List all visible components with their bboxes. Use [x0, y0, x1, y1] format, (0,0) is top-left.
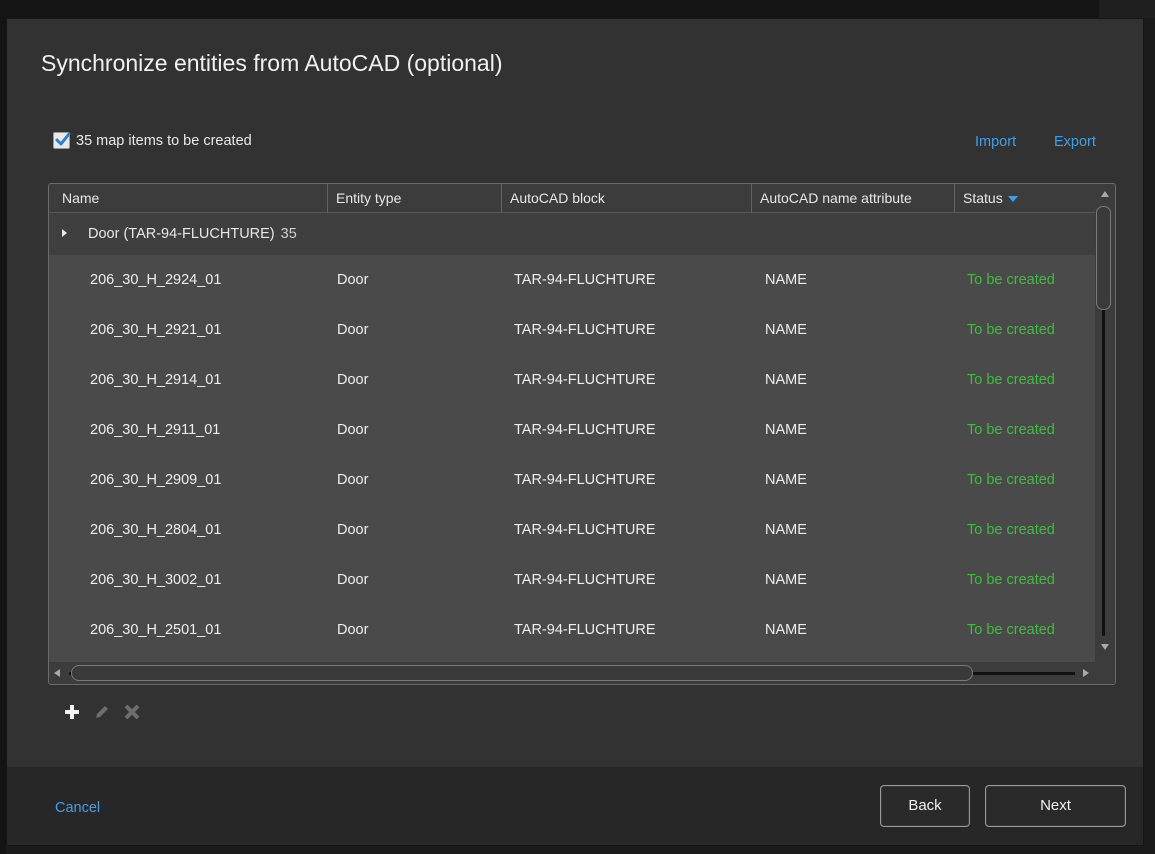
cancel-link[interactable]: Cancel: [55, 800, 100, 816]
table-row[interactable]: 206_30_H_2501_01 Door TAR-94-FLUCHTURE NAME…: [49, 605, 1095, 655]
column-header-entity-type-label: Entity type: [336, 190, 402, 206]
cell-attr: NAME: [765, 572, 807, 588]
group-row-door[interactable]: Door (TAR-94-FLUCHTURE) 35: [49, 213, 1095, 255]
cell-status: To be created: [967, 272, 1055, 288]
window-top-strip-right: [1099, 0, 1155, 18]
cell-block: TAR-94-FLUCHTURE: [514, 522, 656, 538]
export-link[interactable]: Export: [1054, 134, 1096, 150]
cell-block: TAR-94-FLUCHTURE: [514, 622, 656, 638]
expand-triangle-icon[interactable]: [62, 229, 67, 237]
table-row[interactable]: 206_30_H_2914_01 Door TAR-94-FLUCHTURE NAME…: [49, 355, 1095, 405]
cell-status: To be created: [967, 422, 1055, 438]
column-header-autocad-block-label: AutoCAD block: [510, 190, 605, 206]
cell-type: Door: [337, 372, 369, 388]
column-header-entity-type[interactable]: Entity type: [328, 184, 502, 213]
dialog-footer: Cancel Back Next: [7, 767, 1143, 845]
group-label: Door (TAR-94-FLUCHTURE) 35: [88, 213, 297, 255]
column-header-status[interactable]: Status: [955, 184, 1095, 213]
dialog-title: Synchronize entities from AutoCAD (optio…: [41, 50, 503, 76]
scroll-right-icon[interactable]: [1083, 669, 1089, 677]
cell-type: Door: [337, 572, 369, 588]
create-items-checkbox-row[interactable]: 35 map items to be created: [53, 132, 252, 149]
plus-icon[interactable]: [62, 702, 82, 722]
entities-grid: Name Entity type AutoCAD block AutoCAD n…: [48, 183, 1116, 685]
cell-block: TAR-94-FLUCHTURE: [514, 422, 656, 438]
cell-attr: NAME: [765, 372, 807, 388]
table-row[interactable]: 206_30_H_2911_01 Door TAR-94-FLUCHTURE NAME…: [49, 405, 1095, 455]
cell-name: 206_30_H_2921_01: [90, 322, 222, 338]
column-header-status-label: Status: [963, 190, 1003, 206]
vertical-scroll-thumb[interactable]: [1096, 206, 1111, 310]
cell-status: To be created: [967, 572, 1055, 588]
cell-status: To be created: [967, 322, 1055, 338]
group-count: 35: [280, 226, 297, 242]
table-row[interactable]: 206_30_H_2924_01 Door TAR-94-FLUCHTURE NAME…: [49, 255, 1095, 305]
cell-status: To be created: [967, 522, 1055, 538]
column-header-name[interactable]: Name: [49, 184, 328, 213]
cell-block: TAR-94-FLUCHTURE: [514, 272, 656, 288]
column-header-name-label: Name: [62, 190, 100, 206]
cell-attr: NAME: [765, 322, 807, 338]
cell-block: TAR-94-FLUCHTURE: [514, 372, 656, 388]
checkmark-icon: [55, 132, 71, 146]
cell-attr: NAME: [765, 272, 807, 288]
scroll-up-icon[interactable]: [1101, 191, 1109, 197]
scroll-down-icon[interactable]: [1101, 644, 1109, 650]
scroll-left-icon[interactable]: [54, 669, 60, 677]
cell-attr: NAME: [765, 422, 807, 438]
pencil-icon[interactable]: [92, 702, 112, 722]
create-items-checkbox[interactable]: [53, 132, 71, 149]
group-name: Door (TAR-94-FLUCHTURE): [88, 226, 275, 242]
create-items-label: 35 map items to be created: [76, 132, 252, 149]
table-row[interactable]: 206_30_H_2921_01 Door TAR-94-FLUCHTURE NAME…: [49, 305, 1095, 355]
cell-status: To be created: [967, 472, 1055, 488]
table-row[interactable]: 206_30_H_3002_01 Door TAR-94-FLUCHTURE NAME…: [49, 555, 1095, 605]
cell-type: Door: [337, 622, 369, 638]
grid-header: Name Entity type AutoCAD block AutoCAD n…: [49, 184, 1095, 213]
column-header-autocad-name-attribute[interactable]: AutoCAD name attribute: [752, 184, 955, 213]
cell-type: Door: [337, 272, 369, 288]
horizontal-scroll-thumb[interactable]: [71, 665, 973, 681]
row-action-toolbar: [62, 702, 142, 722]
cell-name: 206_30_H_2914_01: [90, 372, 222, 388]
cell-status: To be created: [967, 372, 1055, 388]
cell-name: 206_30_H_2501_01: [90, 622, 222, 638]
cell-block: TAR-94-FLUCHTURE: [514, 472, 656, 488]
next-button[interactable]: Next: [985, 785, 1126, 827]
cell-name: 206_30_H_2804_01: [90, 522, 222, 538]
cell-attr: NAME: [765, 622, 807, 638]
cell-attr: NAME: [765, 472, 807, 488]
table-row[interactable]: 206_30_H_2909_01 Door TAR-94-FLUCHTURE NAME…: [49, 455, 1095, 505]
horizontal-scrollbar[interactable]: [49, 662, 1115, 684]
cell-type: Door: [337, 422, 369, 438]
column-header-autocad-block[interactable]: AutoCAD block: [502, 184, 752, 213]
sort-descending-icon: [1007, 196, 1018, 203]
cell-block: TAR-94-FLUCHTURE: [514, 572, 656, 588]
column-header-autocad-name-attribute-label: AutoCAD name attribute: [760, 190, 912, 206]
vertical-scrollbar[interactable]: [1095, 184, 1115, 664]
cell-status: To be created: [967, 622, 1055, 638]
cell-type: Door: [337, 472, 369, 488]
x-icon[interactable]: [122, 702, 142, 722]
cell-name: 206_30_H_3002_01: [90, 572, 222, 588]
cell-type: Door: [337, 322, 369, 338]
cell-name: 206_30_H_2911_01: [90, 422, 221, 438]
cell-attr: NAME: [765, 522, 807, 538]
cell-name: 206_30_H_2924_01: [90, 272, 222, 288]
cell-name: 206_30_H_2909_01: [90, 472, 222, 488]
table-row[interactable]: 206_30_H_2804_01 Door TAR-94-FLUCHTURE NAME…: [49, 505, 1095, 555]
window-top-strip: [0, 0, 1155, 18]
cell-block: TAR-94-FLUCHTURE: [514, 322, 656, 338]
cell-type: Door: [337, 522, 369, 538]
back-button[interactable]: Back: [880, 785, 970, 827]
import-link[interactable]: Import: [975, 134, 1016, 150]
